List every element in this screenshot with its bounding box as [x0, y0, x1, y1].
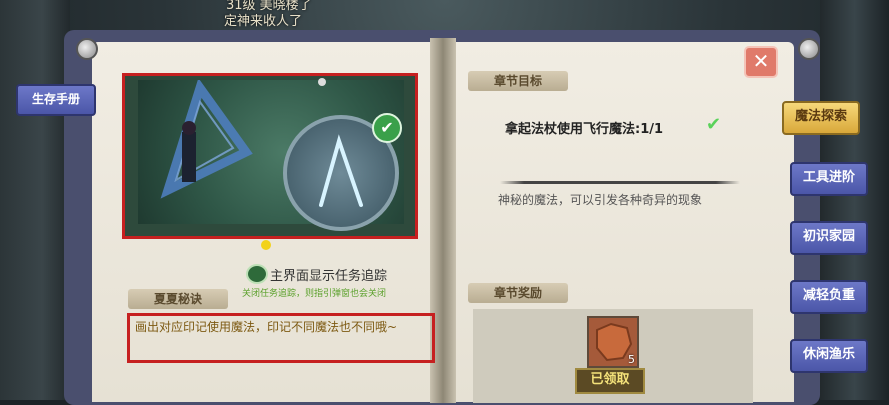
tab-magic-explore[interactable]: 魔法探索	[782, 101, 860, 135]
reward-item-slot[interactable]: 5	[587, 316, 639, 368]
chapter-description: 神秘的魔法，可以引发各种奇异的现象	[498, 193, 703, 207]
tab-reduce-load[interactable]: 减轻负重	[790, 280, 868, 314]
corner-rivet-icon	[798, 38, 820, 60]
image-pin-icon	[318, 78, 326, 86]
close-button[interactable]: ✕	[744, 46, 778, 78]
chapter-goal-header: 章节目标	[468, 71, 568, 91]
npc-bubble-line2: 定神来收人了	[224, 14, 303, 29]
chapter-reward-header: 章节奖励	[468, 283, 568, 303]
chapter-objective: 拿起法杖使用飞行魔法:1/1	[505, 122, 664, 137]
tips-header: 夏夏秘诀	[128, 289, 228, 309]
completed-check-icon: ✔	[372, 113, 402, 143]
page-indicator-dot[interactable]	[261, 240, 271, 250]
tracking-label[interactable]: 主界面显示任务追踪	[270, 265, 387, 284]
stone-pillar-left	[0, 0, 70, 400]
tracking-note: 关闭任务追踪，则指引弹窗也会关闭	[242, 289, 387, 299]
claimed-button[interactable]: 已领取	[575, 368, 645, 394]
section-divider	[500, 181, 740, 184]
tab-leisure-fishing[interactable]: 休闲渔乐	[790, 339, 868, 373]
reward-item-count: 5	[628, 353, 635, 366]
eye-toggle-icon[interactable]	[246, 264, 268, 284]
tips-text: 画出对应印记使用魔法，印记不同魔法也不同哦~	[135, 320, 398, 334]
survival-manual-tab[interactable]: 生存手册	[16, 84, 96, 116]
tab-tool-upgrade[interactable]: 工具进阶	[790, 162, 868, 196]
tab-home-intro[interactable]: 初识家园	[790, 221, 868, 255]
corner-rivet-icon	[76, 38, 98, 60]
objective-check-icon: ✔	[706, 114, 722, 135]
